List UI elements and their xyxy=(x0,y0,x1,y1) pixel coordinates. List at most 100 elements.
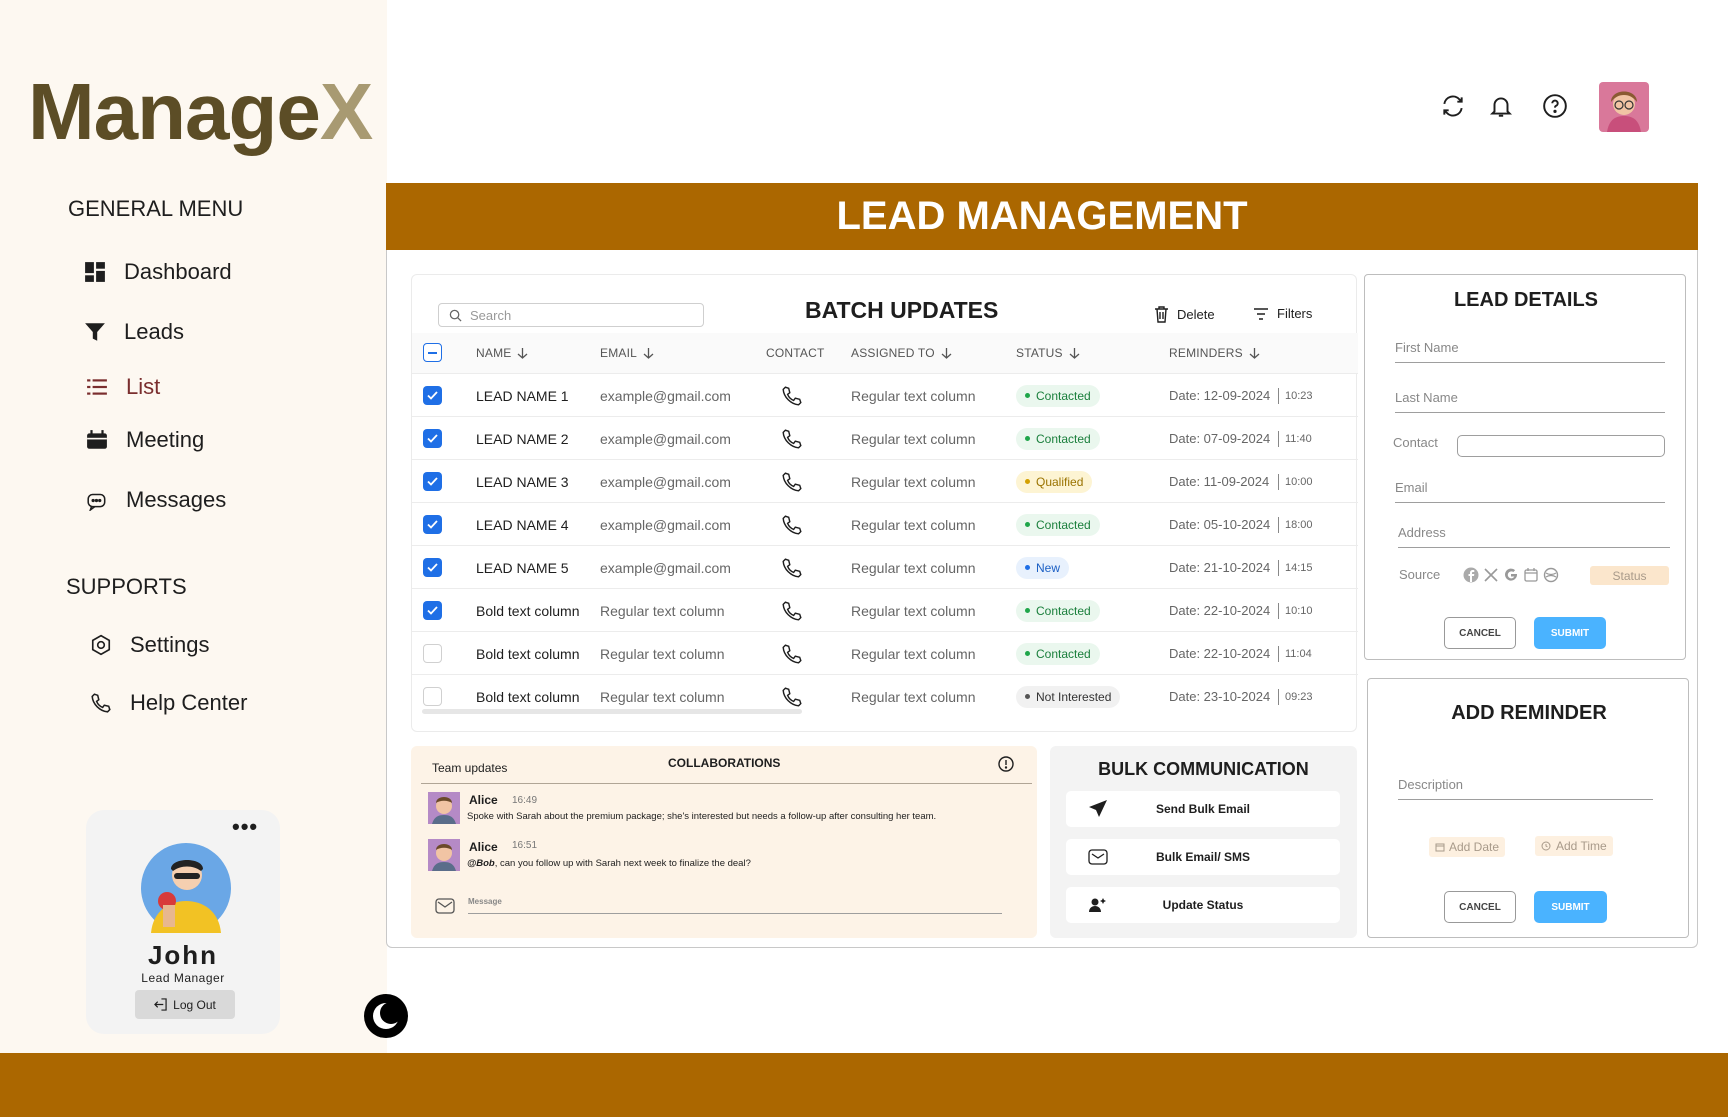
lead-email: Regular text column xyxy=(600,602,725,619)
message-input[interactable]: Message xyxy=(468,897,1002,914)
column-label: CONTACT xyxy=(766,346,825,360)
column-header-email[interactable]: EMAIL xyxy=(600,346,654,360)
info-icon[interactable] xyxy=(998,756,1014,772)
sidebar-item-settings[interactable]: Settings xyxy=(90,632,210,658)
call-button[interactable] xyxy=(781,546,803,589)
filters-button[interactable]: Filters xyxy=(1253,306,1312,321)
row-checkbox[interactable] xyxy=(423,558,442,577)
status-badge[interactable]: Contacted xyxy=(1016,513,1100,536)
last-name-field[interactable]: Last Name xyxy=(1395,390,1665,413)
lead-name[interactable]: LEAD NAME 2 xyxy=(476,417,569,460)
add-date-button[interactable]: Add Date xyxy=(1429,837,1506,857)
reminder-time: 18:00 xyxy=(1278,503,1313,546)
user-update-icon xyxy=(1089,898,1106,912)
column-header-assigned[interactable]: ASSIGNED TO xyxy=(851,346,952,360)
call-button[interactable] xyxy=(781,503,803,546)
help-button[interactable] xyxy=(1542,93,1568,124)
reminder-time-value: 10:10 xyxy=(1285,604,1313,617)
assigned-to: Regular text column xyxy=(851,645,976,662)
row-checkbox[interactable] xyxy=(423,386,442,405)
profile-menu-icon[interactable]: ••• xyxy=(232,814,258,840)
row-checkbox[interactable] xyxy=(423,687,442,706)
reminder-time-value: 14:15 xyxy=(1285,561,1313,574)
message-text: Spoke with Sarah about the premium packa… xyxy=(467,811,937,822)
bulk-email-sms-button[interactable]: Bulk Email/ SMS xyxy=(1066,839,1340,875)
column-header-status[interactable]: STATUS xyxy=(1016,346,1080,360)
table-row[interactable]: Bold text column Regular text column Regul… xyxy=(412,588,1358,631)
sidebar-item-list[interactable]: List xyxy=(86,374,160,400)
x-icon[interactable] xyxy=(1483,567,1499,583)
submit-button[interactable]: SUBMIT xyxy=(1534,617,1606,649)
status-badge[interactable]: Contacted xyxy=(1016,427,1100,450)
logout-button[interactable]: Log Out xyxy=(135,990,235,1019)
row-checkbox[interactable] xyxy=(423,515,442,534)
mention[interactable]: @Bob xyxy=(467,858,495,869)
table-row[interactable]: LEAD NAME 3 example@gmail.com Regular text… xyxy=(412,459,1358,502)
column-header-reminders[interactable]: REMINDERS xyxy=(1169,346,1260,360)
message-text: @Bob, can you follow up with Sarah next … xyxy=(467,858,751,869)
lead-name[interactable]: Bold text column xyxy=(476,632,580,675)
lead-name[interactable]: Bold text column xyxy=(476,589,580,632)
row-checkbox[interactable] xyxy=(423,429,442,448)
contact-field[interactable] xyxy=(1457,435,1665,457)
status-badge[interactable]: Contacted xyxy=(1016,599,1100,622)
call-button[interactable] xyxy=(781,589,803,632)
send-bulk-email-button[interactable]: Send Bulk Email xyxy=(1066,791,1340,827)
globe-icon[interactable] xyxy=(1543,567,1559,583)
status-dot xyxy=(1025,436,1030,441)
status-badge[interactable]: New xyxy=(1016,556,1070,579)
cancel-button[interactable]: CANCEL xyxy=(1444,617,1516,649)
table-row[interactable]: Bold text column Regular text column Regul… xyxy=(412,631,1358,674)
email-field[interactable]: Email xyxy=(1395,480,1665,503)
column-label: NAME xyxy=(476,346,512,360)
first-name-field[interactable]: First Name xyxy=(1395,340,1665,363)
horizontal-scrollbar[interactable] xyxy=(422,709,802,714)
message-time: 16:51 xyxy=(512,840,538,851)
column-header-name[interactable]: NAME xyxy=(476,346,528,360)
lead-name[interactable]: LEAD NAME 4 xyxy=(476,503,569,546)
sidebar-item-help-center[interactable]: Help Center xyxy=(90,690,247,716)
avatar[interactable] xyxy=(1599,82,1649,132)
lead-name[interactable]: LEAD NAME 3 xyxy=(476,460,569,503)
sidebar-item-meeting[interactable]: Meeting xyxy=(86,427,204,453)
row-checkbox[interactable] xyxy=(423,601,442,620)
sidebar-item-leads[interactable]: Leads xyxy=(84,319,184,345)
status-badge[interactable]: Contacted xyxy=(1016,642,1100,665)
description-field[interactable]: Description xyxy=(1398,777,1653,800)
table-row[interactable]: LEAD NAME 1 example@gmail.com Regular text… xyxy=(412,373,1358,416)
reminder-time: 09:23 xyxy=(1278,675,1313,718)
calendar-icon[interactable] xyxy=(1523,567,1539,583)
lead-name[interactable]: LEAD NAME 5 xyxy=(476,546,569,589)
status-badge[interactable]: Not Interested xyxy=(1016,685,1121,708)
select-all-checkbox[interactable] xyxy=(423,343,442,362)
facebook-icon[interactable] xyxy=(1463,567,1479,583)
call-button[interactable] xyxy=(781,417,803,460)
row-checkbox[interactable] xyxy=(423,472,442,491)
submit-button[interactable]: SUBMIT xyxy=(1534,891,1607,923)
call-button[interactable] xyxy=(781,632,803,675)
status-badge[interactable]: Qualified xyxy=(1016,470,1093,493)
google-icon[interactable] xyxy=(1503,567,1519,583)
notifications-button[interactable] xyxy=(1488,93,1514,124)
table-row[interactable]: LEAD NAME 5 example@gmail.com Regular text… xyxy=(412,545,1358,588)
call-button[interactable] xyxy=(781,460,803,503)
cancel-button[interactable]: CANCEL xyxy=(1444,891,1516,923)
dark-mode-toggle[interactable] xyxy=(364,994,408,1038)
supports-heading: SUPPORTS xyxy=(66,574,187,599)
status-badge[interactable]: Contacted xyxy=(1016,384,1100,407)
delete-button[interactable]: Delete xyxy=(1154,306,1215,323)
search-input[interactable]: Search xyxy=(438,303,704,327)
search-icon xyxy=(449,309,462,322)
row-checkbox[interactable] xyxy=(423,644,442,663)
sidebar-item-messages[interactable]: Messages xyxy=(86,487,226,513)
call-button[interactable] xyxy=(781,374,803,417)
table-row[interactable]: LEAD NAME 4 example@gmail.com Regular text… xyxy=(412,502,1358,545)
update-status-button[interactable]: Update Status xyxy=(1066,887,1340,923)
lead-name[interactable]: LEAD NAME 1 xyxy=(476,374,569,417)
add-time-button[interactable]: Add Time xyxy=(1535,836,1613,856)
sidebar-item-dashboard[interactable]: Dashboard xyxy=(84,259,232,285)
address-field[interactable]: Address xyxy=(1398,525,1670,548)
status-dropdown[interactable]: Status xyxy=(1590,566,1669,585)
table-row[interactable]: LEAD NAME 2 example@gmail.com Regular text… xyxy=(412,416,1358,459)
refresh-button[interactable] xyxy=(1440,93,1466,124)
